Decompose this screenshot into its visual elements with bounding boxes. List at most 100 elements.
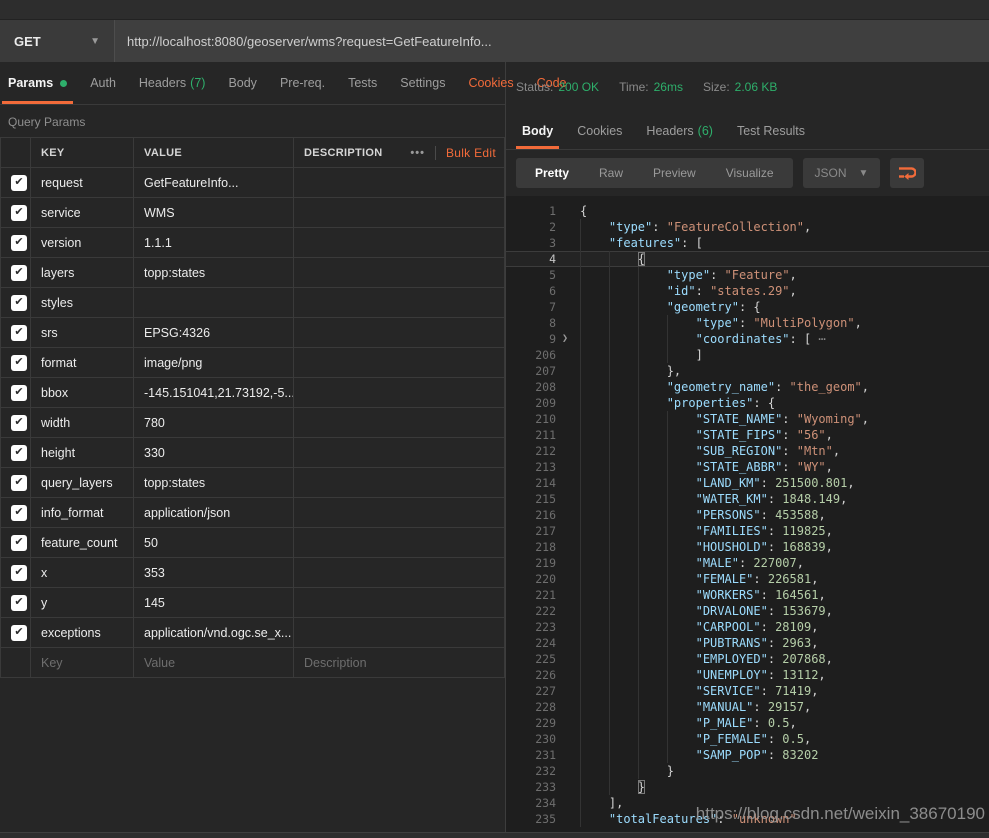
tab-response-cookies[interactable]: Cookies [571, 112, 628, 149]
param-key-cell[interactable]: query_layers [31, 468, 134, 498]
bulk-edit-button[interactable]: Bulk Edit [446, 146, 496, 160]
checkbox-checked-icon[interactable] [11, 535, 27, 551]
checkbox-checked-icon[interactable] [11, 445, 27, 461]
code-line: 3 "features": [ [506, 235, 989, 251]
checkbox-checked-icon[interactable] [11, 565, 27, 581]
tab-headers[interactable]: Headers (7) [133, 62, 212, 104]
param-value-cell[interactable]: 145 [134, 588, 294, 618]
view-pretty[interactable]: Pretty [520, 166, 584, 180]
param-value-cell[interactable]: GetFeatureInfo... [134, 168, 294, 198]
param-key-cell[interactable]: feature_count [31, 528, 134, 558]
param-value-cell[interactable]: EPSG:4326 [134, 318, 294, 348]
line-number: 229 [506, 715, 556, 731]
checkbox-checked-icon[interactable] [11, 265, 27, 281]
param-key-cell[interactable]: format [31, 348, 134, 378]
tab-tests[interactable]: Tests [342, 62, 383, 104]
tab-params[interactable]: Params [2, 62, 73, 104]
line-number: 235 [506, 811, 556, 827]
param-value-cell[interactable]: application/json [134, 498, 294, 528]
param-key-cell[interactable]: x [31, 558, 134, 588]
param-description-cell[interactable] [294, 168, 505, 198]
checkbox-checked-icon[interactable] [11, 205, 27, 221]
param-key-cell[interactable]: width [31, 408, 134, 438]
line-number: 221 [506, 587, 556, 603]
param-description-cell[interactable] [294, 528, 505, 558]
param-value-cell[interactable]: 50 [134, 528, 294, 558]
tab-auth[interactable]: Auth [84, 62, 122, 104]
param-key-cell[interactable]: info_format [31, 498, 134, 528]
param-value-cell[interactable]: 1.1.1 [134, 228, 294, 258]
param-description-cell[interactable] [294, 198, 505, 228]
more-options-icon[interactable]: ••• [410, 147, 425, 159]
param-key-cell[interactable]: y [31, 588, 134, 618]
language-dropdown[interactable]: JSON ▼ [803, 158, 881, 188]
code-line: 213 "STATE_ABBR": "WY", [506, 459, 989, 475]
param-description-cell[interactable] [294, 498, 505, 528]
param-description-cell[interactable] [294, 348, 505, 378]
param-description-cell[interactable] [294, 588, 505, 618]
tab-response-body[interactable]: Body [516, 112, 559, 149]
code-line: 225 "EMPLOYED": 207868, [506, 651, 989, 667]
param-value-cell[interactable]: WMS [134, 198, 294, 228]
new-key-input[interactable]: Key [31, 648, 134, 678]
param-key-cell[interactable]: request [31, 168, 134, 198]
param-key-cell[interactable]: service [31, 198, 134, 228]
checkbox-checked-icon[interactable] [11, 235, 27, 251]
checkbox-checked-icon[interactable] [11, 175, 27, 191]
param-description-cell[interactable] [294, 408, 505, 438]
param-description-cell[interactable] [294, 618, 505, 648]
param-key-cell[interactable]: bbox [31, 378, 134, 408]
param-value-cell[interactable] [134, 288, 294, 318]
tab-test-results[interactable]: Test Results [731, 112, 811, 149]
param-value-cell[interactable]: 353 [134, 558, 294, 588]
checkbox-checked-icon[interactable] [11, 505, 27, 521]
param-value-cell[interactable]: 330 [134, 438, 294, 468]
param-value-cell[interactable]: topp:states [134, 468, 294, 498]
new-value-input[interactable]: Value [134, 648, 294, 678]
param-key-cell[interactable]: srs [31, 318, 134, 348]
url-input[interactable]: http://localhost:8080/geoserver/wms?requ… [115, 34, 492, 49]
param-key-cell[interactable]: styles [31, 288, 134, 318]
wrap-text-button[interactable] [890, 158, 924, 188]
param-description-cell[interactable] [294, 258, 505, 288]
line-number: 7 [506, 299, 556, 315]
param-description-cell[interactable] [294, 378, 505, 408]
fold-arrow-icon[interactable]: ❯ [556, 331, 574, 347]
param-value-cell[interactable]: 780 [134, 408, 294, 438]
param-value-cell[interactable]: topp:states [134, 258, 294, 288]
param-key-cell[interactable]: exceptions [31, 618, 134, 648]
param-description-cell[interactable] [294, 468, 505, 498]
checkbox-checked-icon[interactable] [11, 355, 27, 371]
param-key-cell[interactable]: height [31, 438, 134, 468]
param-value-cell[interactable]: application/vnd.ogc.se_x... [134, 618, 294, 648]
tab-body[interactable]: Body [222, 62, 263, 104]
param-description-cell[interactable] [294, 438, 505, 468]
new-description-input[interactable]: Description [294, 648, 505, 678]
param-value-cell[interactable]: image/png [134, 348, 294, 378]
checkbox-checked-icon[interactable] [11, 625, 27, 641]
tab-settings[interactable]: Settings [394, 62, 451, 104]
view-preview[interactable]: Preview [638, 166, 711, 180]
checkbox-checked-icon[interactable] [11, 385, 27, 401]
tab-response-headers[interactable]: Headers (6) [640, 112, 719, 149]
line-number: 2 [506, 219, 556, 235]
checkbox-checked-icon[interactable] [11, 325, 27, 341]
param-description-cell[interactable] [294, 228, 505, 258]
param-description-cell[interactable] [294, 318, 505, 348]
checkbox-checked-icon[interactable] [11, 475, 27, 491]
table-row: y145 [1, 588, 505, 618]
param-description-cell[interactable] [294, 558, 505, 588]
tab-prereq[interactable]: Pre-req. [274, 62, 331, 104]
param-description-cell[interactable] [294, 288, 505, 318]
collapsed-ellipsis-icon: ⋯ [811, 332, 825, 346]
method-dropdown[interactable]: GET ▼ [0, 20, 115, 62]
checkbox-checked-icon[interactable] [11, 595, 27, 611]
checkbox-checked-icon[interactable] [11, 415, 27, 431]
view-raw[interactable]: Raw [584, 166, 638, 180]
view-visualize[interactable]: Visualize [711, 166, 789, 180]
param-value-cell[interactable]: -145.151041,21.73192,-5... [134, 378, 294, 408]
param-key-cell[interactable]: layers [31, 258, 134, 288]
checkbox-checked-icon[interactable] [11, 295, 27, 311]
line-number: 219 [506, 555, 556, 571]
param-key-cell[interactable]: version [31, 228, 134, 258]
